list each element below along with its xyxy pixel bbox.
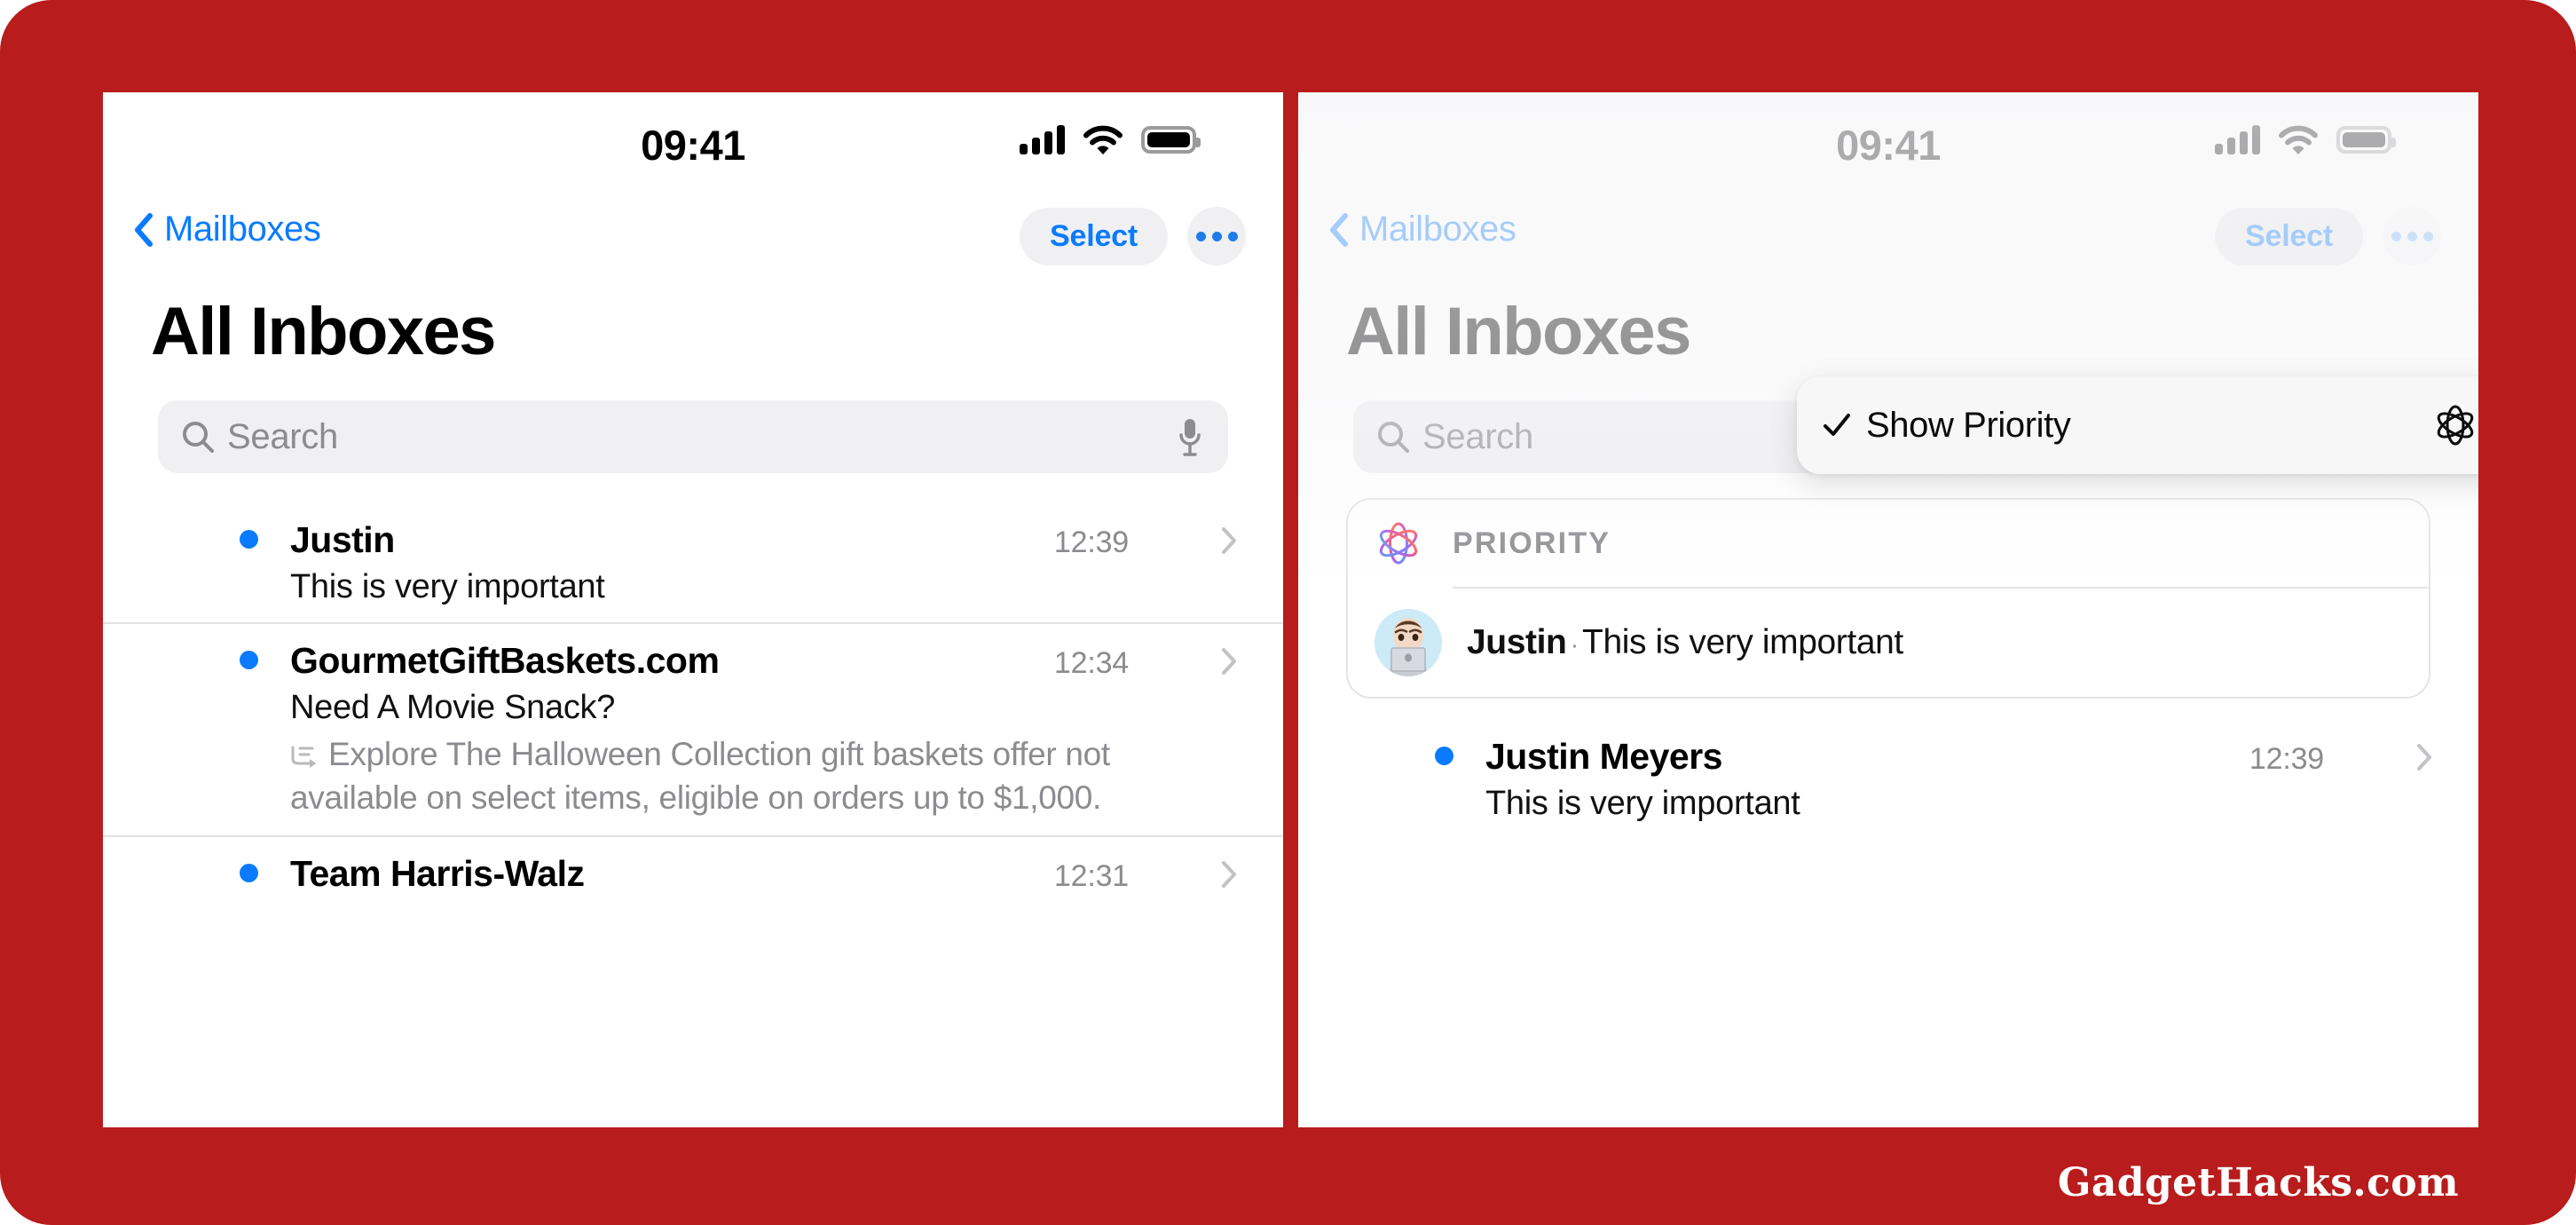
magnifier-icon xyxy=(181,420,215,454)
wifi-icon xyxy=(2278,124,2319,154)
search-placeholder: Search xyxy=(227,416,338,456)
unread-dot xyxy=(240,530,258,549)
navigation-bar: Mailboxes Select xyxy=(103,201,1283,282)
navigation-actions: Select xyxy=(2215,207,2441,265)
back-button-label: Mailboxes xyxy=(1359,209,1516,249)
select-button[interactable]: Select xyxy=(1020,207,1168,265)
chevron-left-icon xyxy=(1328,212,1348,247)
memoji-avatar xyxy=(1375,609,1442,676)
priority-label: PRIORITY xyxy=(1453,526,1611,560)
mail-list-item[interactable]: GourmetGiftBaskets.com 12:34 Need A Movie … xyxy=(103,622,1283,835)
mail-item-body: GourmetGiftBaskets.com 12:34 Need A Movie … xyxy=(151,640,1235,819)
magnifier-icon xyxy=(1376,420,1410,454)
mail-item-body: Team Harris-Walz 12:31 xyxy=(151,853,1235,895)
status-bar: 09:41 xyxy=(103,92,1283,201)
mail-item-body: Justin Meyers 12:39 This is very important xyxy=(1346,736,2430,823)
priority-card: PRIORITY Justin · This is very important xyxy=(1346,498,2430,699)
priority-message-row[interactable]: Justin · This is very important xyxy=(1348,589,2429,697)
separator-dot: · xyxy=(1570,630,1579,660)
mail-item-header: Team Harris-Walz 12:31 xyxy=(290,853,1129,895)
checkmark-icon xyxy=(1822,410,1852,440)
mail-preview-text: Explore The Halloween Collection gift ba… xyxy=(290,736,1110,817)
chevron-left-icon xyxy=(133,212,153,247)
chevron-right-icon xyxy=(1221,647,1237,676)
cellular-signal-icon xyxy=(2215,124,2260,154)
mail-list-item[interactable]: Justin 12:39 This is very important xyxy=(103,503,1283,622)
mailing-list-icon xyxy=(290,735,320,768)
mail-time: 12:39 xyxy=(2249,742,2324,776)
mail-subject: This is very important xyxy=(290,568,605,605)
back-to-mailboxes-button[interactable]: Mailboxes xyxy=(133,209,321,249)
mail-sender: Team Harris-Walz xyxy=(290,853,585,895)
mail-item-body: Justin 12:39 This is very important xyxy=(151,519,1235,606)
mail-preview: Explore The Halloween Collection gift ba… xyxy=(290,732,1129,819)
mail-sender: Justin Meyers xyxy=(1485,736,1722,777)
microphone-icon[interactable] xyxy=(1178,417,1201,456)
chevron-right-icon xyxy=(1221,526,1237,555)
apple-intelligence-icon xyxy=(1375,519,1422,567)
mail-list: Justin 12:39 This is very important Gourmet… xyxy=(103,503,1283,911)
mail-item-header: Justin 12:39 xyxy=(290,519,1129,561)
show-priority-menu-item[interactable]: Show Priority xyxy=(1797,376,2478,474)
mail-item-header: Justin Meyers 12:39 xyxy=(1485,736,2324,778)
search-input[interactable]: Search xyxy=(158,400,1228,473)
cellular-signal-icon xyxy=(1020,124,1065,154)
priority-sender: Justin xyxy=(1467,623,1567,661)
status-bar: 09:41 xyxy=(1298,92,2478,201)
mail-item-header: GourmetGiftBaskets.com 12:34 xyxy=(290,640,1129,682)
back-button-label: Mailboxes xyxy=(164,209,321,249)
mail-list-item[interactable]: Justin Meyers 12:39 This is very important xyxy=(1298,720,2478,839)
priority-message-text: Justin · This is very important xyxy=(1467,623,1903,662)
status-bar-icons xyxy=(1020,124,1201,154)
mail-list-item[interactable]: Team Harris-Walz 12:31 xyxy=(103,835,1283,911)
mail-sender: Justin xyxy=(290,519,395,560)
battery-icon xyxy=(2336,125,2396,154)
mail-time: 12:34 xyxy=(1053,646,1129,680)
phone-screenshot-left: 09:41 Mailboxes Select All Inboxes Searc… xyxy=(103,92,1283,1127)
unread-dot xyxy=(1435,747,1453,765)
chevron-right-icon xyxy=(2416,743,2432,771)
ellipsis-icon[interactable] xyxy=(2383,207,2441,265)
mail-sender: GourmetGiftBaskets.com xyxy=(290,640,720,681)
page-title: All Inboxes xyxy=(1346,294,1691,369)
search-section: Search xyxy=(103,370,1283,473)
mail-list: Justin Meyers 12:39 This is very important xyxy=(1298,720,2478,839)
site-watermark: GadgetHacks.com xyxy=(2057,1160,2459,1205)
select-button[interactable]: Select xyxy=(2215,207,2363,265)
wifi-icon xyxy=(1083,124,1123,154)
mail-time: 12:39 xyxy=(1053,526,1129,559)
status-bar-icons xyxy=(2215,124,2396,154)
battery-icon xyxy=(1141,125,1201,154)
navigation-bar: Mailboxes Select xyxy=(1298,201,2478,282)
mail-subject: Need A Movie Snack? xyxy=(290,689,616,726)
unread-dot xyxy=(240,651,258,669)
back-to-mailboxes-button[interactable]: Mailboxes xyxy=(1328,209,1516,249)
phone-screenshot-right: 09:41 Mailboxes Select All Inboxes Show … xyxy=(1298,92,2478,1127)
mail-time: 12:31 xyxy=(1053,859,1129,894)
chevron-right-icon xyxy=(1221,860,1237,889)
page-title: All Inboxes xyxy=(151,294,496,369)
apple-intelligence-icon xyxy=(2432,402,2478,448)
search-placeholder: Search xyxy=(1422,416,1533,456)
menu-item-label: Show Priority xyxy=(1866,405,2071,445)
priority-snippet: This is very important xyxy=(1582,623,1903,661)
navigation-actions: Select xyxy=(1020,207,1246,265)
mail-subject: This is very important xyxy=(1485,785,1800,822)
ellipsis-icon[interactable] xyxy=(1187,207,1246,265)
priority-card-header: PRIORITY xyxy=(1348,500,2429,587)
